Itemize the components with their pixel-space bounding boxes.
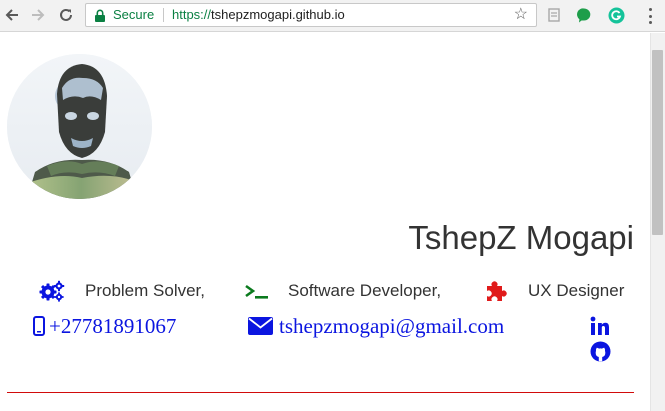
lock-icon bbox=[95, 9, 105, 22]
profile-name: TshepZ Mogapi bbox=[408, 219, 634, 256]
back-button[interactable] bbox=[2, 5, 22, 25]
bookmark-star-icon[interactable]: ☆ bbox=[514, 6, 528, 24]
reload-icon bbox=[60, 8, 72, 21]
email-address[interactable]: tshepzmogapi@gmail.com bbox=[279, 314, 504, 338]
linkedin-icon bbox=[590, 316, 609, 335]
address-bar[interactable]: Secure https://tshepzmogapi.github.io ☆ bbox=[85, 3, 537, 27]
role-label: Software Developer, bbox=[288, 281, 442, 300]
email-contact[interactable]: tshepzmogapi@gmail.com bbox=[248, 314, 504, 338]
avatar-photo bbox=[7, 54, 152, 199]
secure-label: Secure bbox=[113, 7, 155, 22]
chat-bubble-icon bbox=[577, 8, 591, 23]
url-text[interactable]: https://tshepzmogapi.github.io bbox=[172, 8, 345, 22]
terminal-icon bbox=[245, 284, 268, 299]
forward-button[interactable] bbox=[28, 5, 48, 25]
role-label: UX Designer bbox=[528, 281, 625, 300]
role-label: Problem Solver, bbox=[85, 281, 205, 300]
address-separator bbox=[163, 8, 164, 22]
profile-avatar bbox=[7, 54, 152, 199]
linkedin-link[interactable] bbox=[589, 315, 611, 337]
url-host: tshepzmogapi.github.io bbox=[211, 7, 345, 22]
browser-toolbar: Secure https://tshepzmogapi.github.io ☆ bbox=[0, 0, 665, 32]
browser-menu-icon[interactable] bbox=[643, 6, 657, 26]
envelope-icon bbox=[248, 317, 273, 335]
extension-doc-button[interactable] bbox=[544, 5, 564, 25]
document-icon bbox=[548, 8, 560, 22]
scrollbar-thumb[interactable] bbox=[652, 50, 663, 235]
mobile-phone-icon bbox=[33, 316, 45, 336]
reload-button[interactable] bbox=[56, 5, 76, 25]
phone-contact[interactable]: +27781891067 bbox=[33, 314, 176, 338]
url-scheme: https:// bbox=[172, 7, 212, 22]
role-software-developer: Software Developer, bbox=[244, 280, 441, 302]
github-link[interactable] bbox=[589, 340, 611, 362]
section-divider bbox=[7, 392, 634, 393]
gears-icon bbox=[39, 280, 65, 302]
grammarly-icon bbox=[608, 7, 624, 23]
role-problem-solver: Problem Solver, bbox=[38, 280, 205, 302]
extension-chat-button[interactable] bbox=[574, 5, 594, 25]
github-icon bbox=[590, 341, 610, 361]
arrow-left-icon bbox=[5, 9, 18, 21]
arrow-right-icon bbox=[32, 9, 45, 21]
phone-number[interactable]: +27781891067 bbox=[49, 314, 176, 338]
puzzle-icon bbox=[487, 281, 507, 301]
role-ux-designer: UX Designer bbox=[485, 280, 624, 302]
grammarly-button[interactable] bbox=[606, 5, 626, 25]
